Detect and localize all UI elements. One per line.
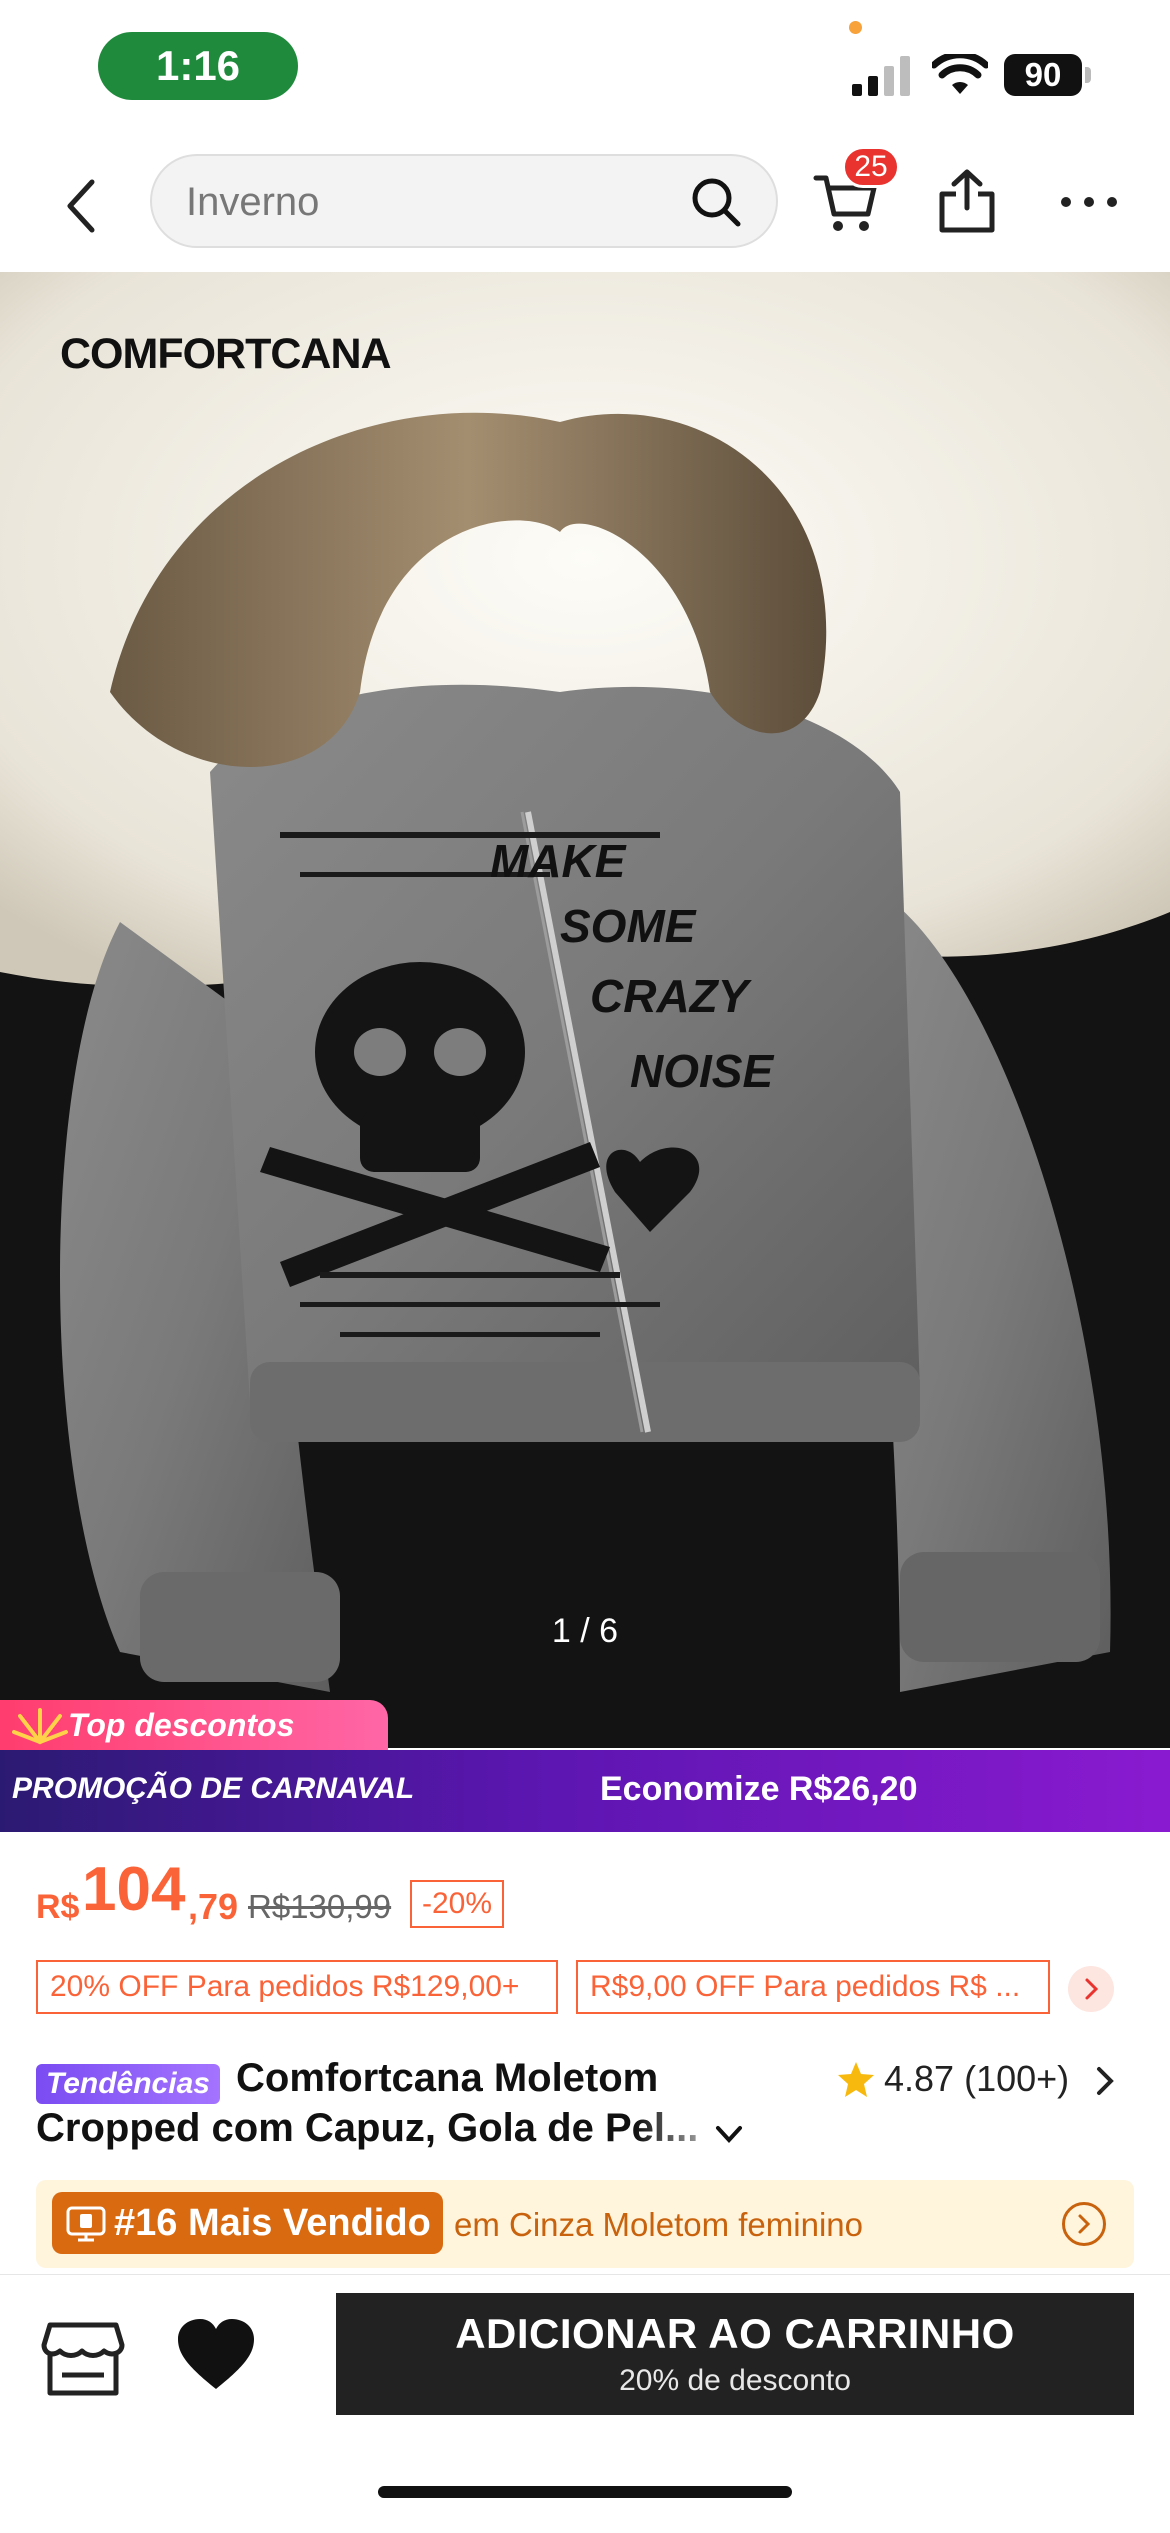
chevron-down-icon[interactable] (712, 2120, 746, 2150)
shop-icon (66, 2206, 106, 2242)
price-decimal: ,79 (188, 1886, 239, 1927)
battery-level: 90 (1004, 54, 1082, 96)
rank-tag: #16 Mais Vendido (52, 2192, 443, 2254)
product-title-line1: Comfortcana Moletom (236, 2056, 659, 2100)
coupon-row: 20% OFF Para pedidos R$129,00+ R$9,00 OF… (36, 1960, 1166, 2016)
wifi-icon (932, 54, 988, 94)
bestseller-banner[interactable]: #16 Mais Vendido em Cinza Moletom femini… (36, 2180, 1134, 2268)
chevron-right-icon (1078, 2214, 1091, 2234)
rank-label: #16 Mais Vendido (114, 2201, 431, 2244)
graphic-text-line2: SOME (560, 900, 697, 952)
signal-icon (852, 56, 910, 96)
more-options-icon[interactable] (1056, 166, 1122, 236)
privacy-indicator-dot (849, 21, 862, 34)
add-to-cart-button[interactable]: ADICIONAR AO CARRINHO 20% de desconto (336, 2293, 1134, 2415)
search-icon[interactable] (690, 176, 742, 228)
search-text: Inverno (186, 180, 320, 224)
home-indicator[interactable] (378, 2486, 792, 2498)
product-title-line2: Cropped com Capuz, Gola de Pel... (36, 2106, 699, 2150)
coupon-2[interactable]: R$9,00 OFF Para pedidos R$ ... (576, 1960, 1050, 2014)
product-photo: MAKE SOME CRAZY NOISE (0, 272, 1170, 1748)
share-icon[interactable] (934, 166, 1000, 236)
rating[interactable]: 4.87 (100+) (836, 2054, 1069, 2104)
carnival-savings: Economize R$26,20 (600, 1770, 918, 1808)
sparkle-icon (12, 1708, 68, 1744)
coupon-1[interactable]: 20% OFF Para pedidos R$129,00+ (36, 1960, 558, 2014)
brand-logo: COMFORTCANA (60, 330, 392, 378)
rating-count: (100+) (964, 2058, 1070, 2099)
cart-count-badge: 25 (842, 146, 900, 188)
search-input[interactable]: Inverno (150, 154, 778, 248)
graphic-text-line3: CRAZY (590, 970, 753, 1022)
original-price: R$130,99 (248, 1888, 392, 1925)
chevron-right-icon (1085, 1978, 1099, 2000)
star-icon (838, 2062, 874, 2097)
status-time: 1:16 (98, 32, 298, 100)
discount-badge: -20% (410, 1880, 505, 1928)
carnival-promo-banner[interactable]: PROMOÇÃO DE CARNAVAL Economize R$26,20 (0, 1750, 1170, 1832)
rating-value: 4.87 (884, 2058, 955, 2099)
top-nav: Inverno 25 (0, 140, 1170, 273)
product-image-carousel[interactable]: MAKE SOME CRAZY NOISE COMFORTCANA 1 / 6 (0, 272, 1170, 1748)
status-bar: 1:16 90 (0, 0, 1170, 140)
battery-icon: 90 (1004, 54, 1094, 98)
image-counter: 1 / 6 (551, 1612, 619, 1650)
price-integer: 104 (82, 1855, 186, 1924)
rank-category: em Cinza Moletom feminino (454, 2206, 863, 2243)
trend-tag: Tendências (36, 2064, 220, 2104)
coupon-more-button[interactable] (1068, 1966, 1114, 2012)
graphic-text-line4: NOISE (630, 1045, 774, 1097)
price-currency: R$ (36, 1888, 80, 1926)
top-descontos-label: Top descontos (68, 1706, 295, 1743)
add-to-cart-label: ADICIONAR AO CARRINHO (455, 2310, 1015, 2357)
price-row: R$ 104 ,79 R$130,99 -20% (36, 1855, 1136, 1932)
add-to-cart-discount: 20% de desconto (619, 2364, 851, 2397)
back-button[interactable] (50, 174, 114, 238)
store-icon[interactable] (40, 2319, 126, 2399)
top-descontos-tag: Top descontos (0, 1700, 388, 1750)
bestseller-arrow-button[interactable] (1062, 2202, 1106, 2246)
heart-icon[interactable] (176, 2319, 256, 2393)
chevron-left-icon (67, 179, 95, 233)
chevron-right-icon[interactable] (1090, 2064, 1120, 2098)
product-title-block[interactable]: Tendências Comfortcana Moletom Cropped c… (36, 2050, 1136, 2160)
graphic-text-line1: MAKE (490, 835, 627, 887)
carnival-title: PROMOÇÃO DE CARNAVAL (12, 1772, 415, 1805)
